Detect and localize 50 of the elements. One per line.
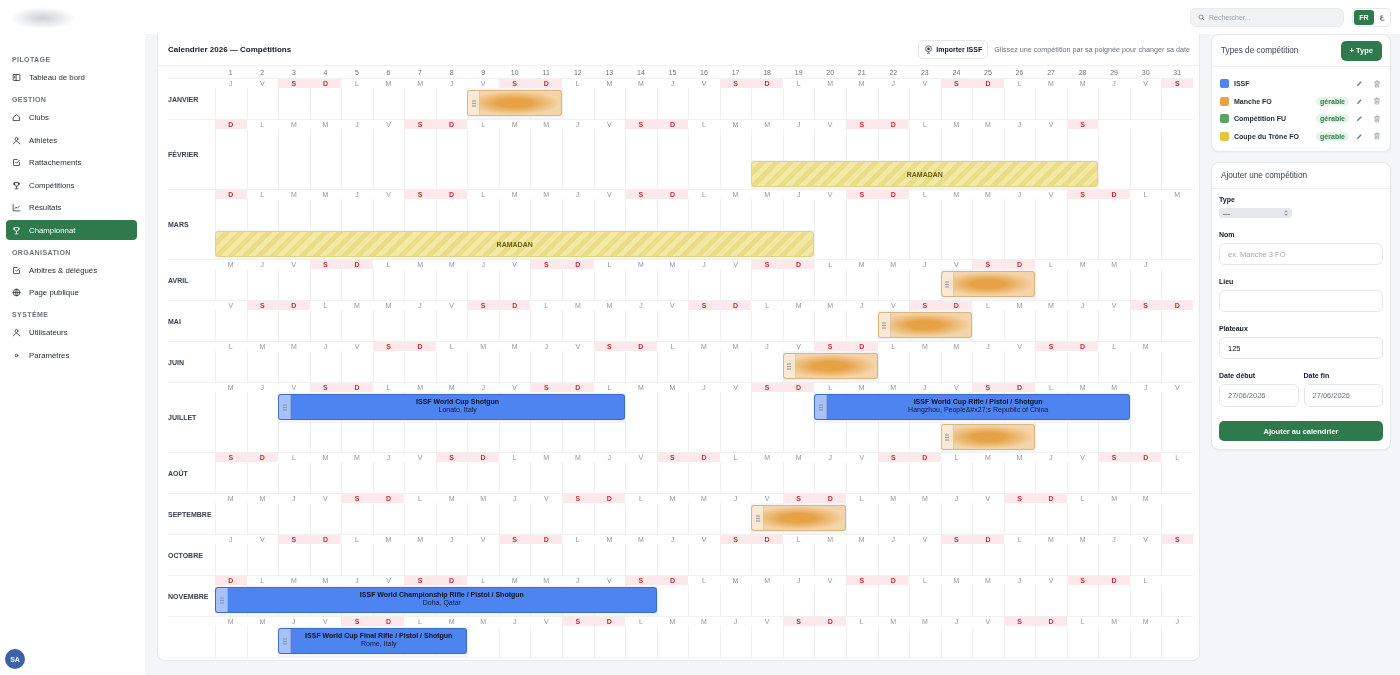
house-icon [12,113,21,122]
grip-icon [282,403,287,411]
drag-handle[interactable] [815,395,828,419]
panel-title: Ajouter une compétition [1221,171,1308,180]
drag-handle[interactable] [783,354,796,378]
globe-icon [12,288,21,297]
drag-handle[interactable] [279,629,292,653]
grip-icon [818,403,823,411]
grip-icon [882,321,886,329]
person-icon [12,328,21,337]
grip-icon [471,99,476,107]
drag-handle[interactable] [878,313,891,337]
drag-handle[interactable] [752,506,765,530]
drag-handle[interactable] [941,425,954,449]
columns-icon [12,73,21,82]
trophy-icon [12,225,21,235]
trash-icon[interactable] [1373,114,1381,123]
grip-icon [945,280,950,288]
trash-icon[interactable] [1373,97,1381,106]
trophy-icon [12,180,21,190]
event-bar[interactable] [751,505,846,531]
checked-square-icon [12,158,21,167]
pencil-icon[interactable] [1356,80,1363,88]
calendar-title: Calendrier 2026 — Compétitions [168,45,293,54]
grip-icon [787,362,792,370]
pencil-icon[interactable] [1356,132,1363,140]
drag-handle[interactable] [941,272,954,296]
person-icon [12,135,21,145]
trash-icon[interactable] [1373,79,1381,88]
checked-square-icon [12,265,21,275]
grip-icon [219,596,224,604]
pencil-icon[interactable] [1356,97,1363,105]
text-field[interactable] [1219,290,1383,312]
event-bar[interactable] [940,271,1036,297]
grip-icon [945,433,950,441]
trash-icon[interactable] [1373,132,1381,141]
event-bar[interactable] [940,424,1036,450]
line-chart-icon [12,203,21,212]
drag-handle[interactable] [468,91,481,115]
grip-icon [282,637,287,645]
drag-handle[interactable] [279,395,292,419]
event-bar[interactable] [782,353,878,379]
event-bar[interactable] [467,90,563,116]
grip-icon [755,514,760,522]
target-icon [924,45,934,54]
pencil-icon[interactable] [1356,115,1363,123]
event-bar[interactable] [877,312,973,338]
panel-title: Types de compétition [1221,46,1299,55]
drag-handle[interactable] [216,588,228,612]
search-icon [1198,13,1205,21]
